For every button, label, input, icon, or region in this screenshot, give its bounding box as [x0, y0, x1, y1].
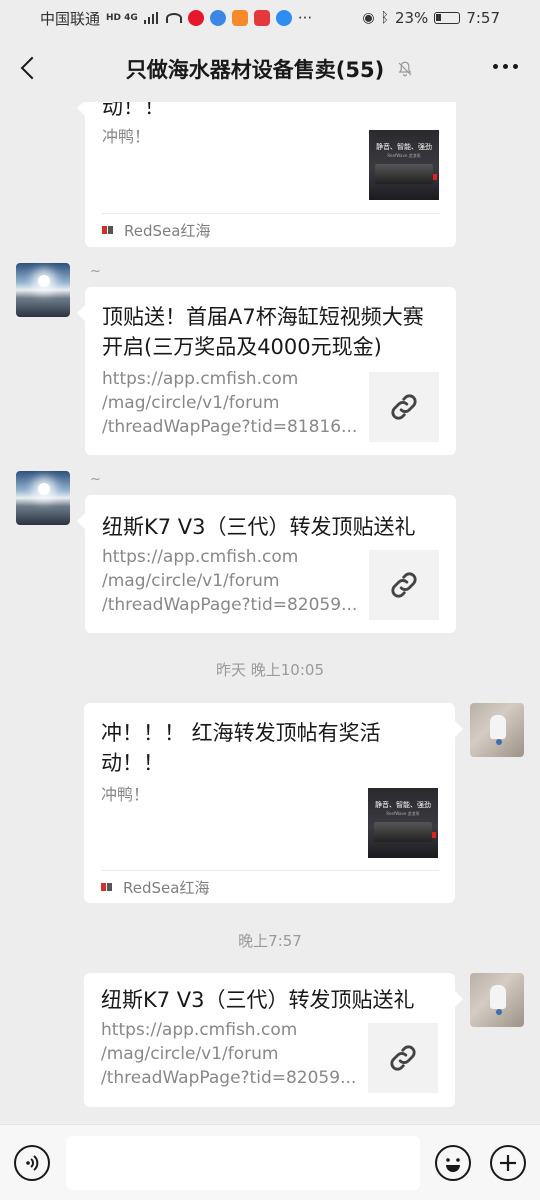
- redsea-logo-icon: [102, 226, 118, 234]
- bell-off-icon: [398, 61, 412, 77]
- plus-icon[interactable]: [490, 1145, 526, 1181]
- thumb-headline: 静音、智能、强劲: [376, 143, 432, 151]
- link-title: 纽斯K7 V3（三代）转发顶贴送礼: [102, 515, 416, 539]
- title-line: 冲！！！ 红海转发顶帖有奖活: [101, 721, 381, 745]
- battery-percent: 23%: [394, 9, 429, 27]
- url-line: /threadWapPage?tid=82059...: [101, 1068, 357, 1088]
- chat-header: 只做海水器材设备售卖(55): [0, 36, 540, 102]
- link-icon: [391, 394, 417, 420]
- source-name: RedSea红海: [123, 878, 210, 897]
- link-card[interactable]: 顶贴送！首届A7杯海缸短视频大赛开启(三万奖品及4000元现金) https:/…: [77, 287, 456, 455]
- link-title: 纽斯K7 V3（三代）转发顶贴送礼: [101, 988, 415, 1012]
- link-url: https://app.cmfish.com /mag/circle/v1/fo…: [101, 1018, 361, 1090]
- emoji-icon[interactable]: [435, 1145, 471, 1181]
- app-lightblue-icon: [275, 10, 292, 26]
- url-line: https://app.cmfish.com: [101, 1020, 298, 1040]
- message-list[interactable]: 动！！ 冲鸭！ 静音、智能、强劲 ReefWave 造浪泵 RedSea红海 ~…: [0, 102, 540, 1124]
- thumb-headline: 静音、智能、强劲: [375, 801, 431, 809]
- sender-name: ~: [90, 264, 101, 279]
- article-title: 动！！: [102, 102, 165, 119]
- article-card[interactable]: 冲！！！ 红海转发顶帖有奖活 动！！ 冲鸭！ 静音、智能、强劲 ReefWave…: [84, 703, 463, 903]
- url-line: https://app.cmfish.com: [102, 547, 299, 567]
- link-card[interactable]: 纽斯K7 V3（三代）转发顶贴送礼 https://app.cmfish.com…: [77, 495, 456, 633]
- message-input[interactable]: [66, 1136, 420, 1190]
- wifi-icon: [165, 13, 182, 23]
- title-line: 动！！: [101, 751, 164, 775]
- input-bar: [0, 1124, 540, 1200]
- link-thumbnail: [369, 372, 439, 442]
- article-thumbnail: 静音、智能、强劲 ReefWave 造浪泵: [368, 788, 438, 858]
- device-image: [374, 822, 432, 842]
- thumb-sub: ReefWave 造浪泵: [386, 811, 420, 816]
- link-thumbnail: [369, 550, 439, 620]
- url-line: /threadWapPage?tid=81816...: [102, 417, 358, 437]
- url-line: https://app.cmfish.com: [102, 369, 299, 389]
- chevron-left-icon[interactable]: [14, 54, 44, 84]
- network-badge: HD 4G: [106, 13, 138, 23]
- link-url: https://app.cmfish.com /mag/circle/v1/fo…: [102, 545, 362, 617]
- carrier-label: 中国联通: [40, 9, 101, 28]
- red-accent: [432, 832, 436, 838]
- thumb-sub: ReefWave 造浪泵: [387, 153, 421, 158]
- bluetooth-icon: ᛒ: [380, 10, 389, 26]
- avatar[interactable]: [16, 263, 70, 317]
- url-line: /mag/circle/v1/forum: [102, 393, 280, 413]
- avatar[interactable]: [16, 471, 70, 525]
- article-thumbnail: 静音、智能、强劲 ReefWave 造浪泵: [369, 130, 439, 200]
- article-title: 冲！！！ 红海转发顶帖有奖活 动！！: [101, 718, 381, 778]
- article-card[interactable]: 动！！ 冲鸭！ 静音、智能、强劲 ReefWave 造浪泵 RedSea红海: [77, 102, 456, 247]
- avatar[interactable]: [470, 973, 524, 1027]
- link-icon: [391, 572, 417, 598]
- timestamp: 昨天 晚上10:05: [216, 661, 324, 679]
- device-image: [375, 164, 433, 184]
- avatar[interactable]: [470, 703, 524, 757]
- url-line: /threadWapPage?tid=82059...: [102, 595, 358, 615]
- app-red-icon: [253, 10, 270, 26]
- voice-icon[interactable]: [14, 1145, 50, 1181]
- title-wrap: 只做海水器材设备售卖(55): [126, 54, 414, 84]
- app-blue-icon: [209, 10, 226, 26]
- source-name: RedSea红海: [124, 221, 211, 240]
- article-source: RedSea红海: [101, 870, 439, 903]
- article-desc: 冲鸭！: [102, 127, 151, 146]
- weibo-icon: [187, 10, 204, 26]
- timestamp: 晚上7:57: [238, 932, 302, 950]
- article-source: RedSea红海: [102, 213, 440, 246]
- sender-name: ~: [90, 472, 101, 487]
- link-card[interactable]: 纽斯K7 V3（三代）转发顶贴送礼 https://app.cmfish.com…: [84, 973, 463, 1107]
- chat-title: 只做海水器材设备售卖(55): [125, 58, 385, 82]
- more-notifications: ···: [297, 9, 313, 27]
- article-desc: 冲鸭！: [101, 785, 150, 804]
- status-bar: 中国联通 HD 4G ··· ◉ ᛒ 23% 7:57: [0, 0, 540, 36]
- app-orange-icon: [231, 10, 248, 26]
- status-left: 中国联通 HD 4G ···: [40, 8, 312, 29]
- link-title: 顶贴送！首届A7杯海缸短视频大赛开启(三万奖品及4000元现金): [102, 305, 424, 359]
- redsea-logo-icon: [101, 883, 117, 891]
- more-dots-icon[interactable]: [493, 64, 518, 69]
- url-line: /mag/circle/v1/forum: [102, 571, 280, 591]
- signal-icon: [143, 12, 160, 24]
- status-right: ◉ ᛒ 23% 7:57: [362, 9, 500, 27]
- eye-icon: ◉: [362, 10, 375, 26]
- url-line: /mag/circle/v1/forum: [101, 1044, 279, 1064]
- link-thumbnail: [368, 1023, 438, 1093]
- red-accent: [433, 174, 437, 180]
- link-url: https://app.cmfish.com /mag/circle/v1/fo…: [102, 367, 362, 439]
- clock: 7:57: [466, 9, 500, 27]
- link-icon: [390, 1045, 416, 1071]
- battery-icon: [434, 12, 461, 24]
